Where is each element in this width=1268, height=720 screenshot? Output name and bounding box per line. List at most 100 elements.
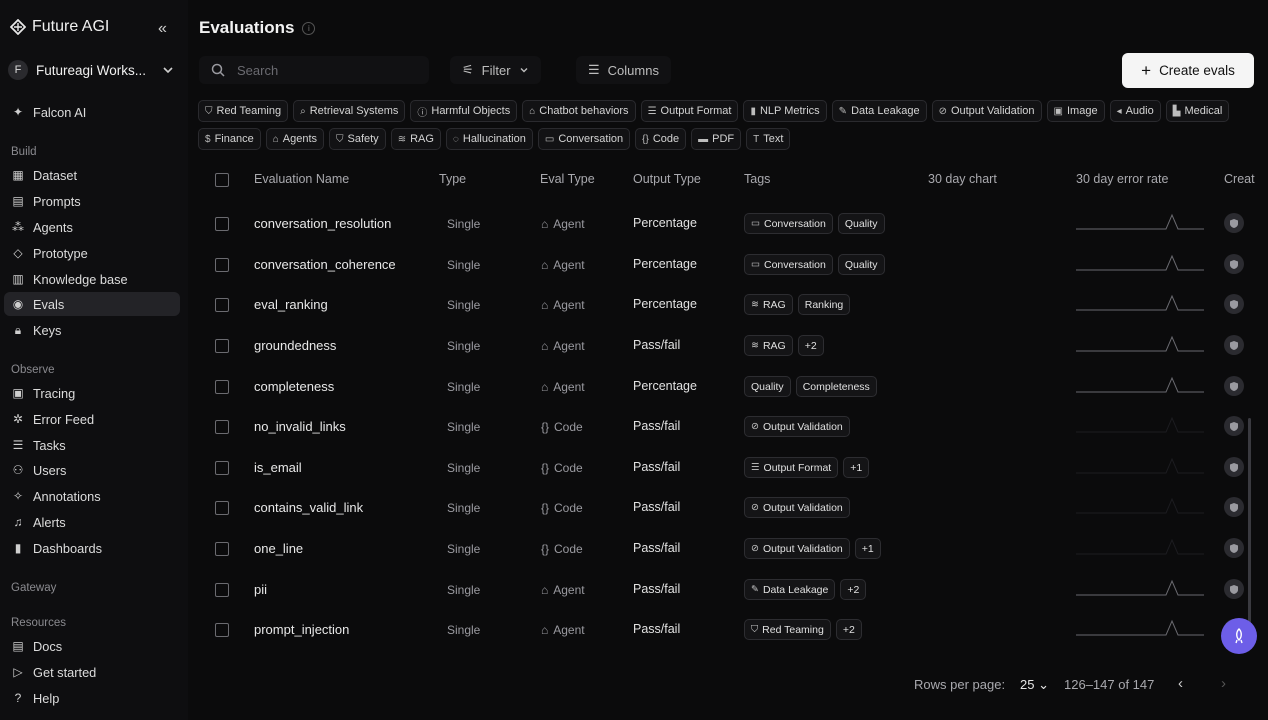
evaluation-name[interactable]: completeness <box>254 379 334 394</box>
chip-safety[interactable]: ⛉ Safety <box>329 128 386 150</box>
tag[interactable]: Ranking <box>797 294 851 315</box>
chip-conversation[interactable]: ▭ Conversation <box>537 128 631 150</box>
chip-text[interactable]: T Text <box>746 128 791 150</box>
tag[interactable]: ☰ Output Format <box>744 457 839 478</box>
sidebar-item-knowledge-base[interactable]: ▥ Knowledge base <box>4 267 180 291</box>
column-header-eval-type[interactable]: Eval Type <box>540 172 595 186</box>
tag[interactable]: ⛉ Red Teaming <box>744 619 831 640</box>
sidebar-item-tracing[interactable]: ▣ Tracing <box>4 381 180 405</box>
chip-chatbot-behaviors[interactable]: ⌂ Chatbot behaviors <box>522 100 636 122</box>
table-row[interactable]: eval_ranking Single ⌂ Agent Percentage ≋ RAG Ra… <box>198 284 1268 324</box>
tag[interactable]: +2 <box>797 335 824 356</box>
evaluation-name[interactable]: conversation_coherence <box>254 257 396 272</box>
tag[interactable]: Quality <box>837 213 885 234</box>
collapse-sidebar-icon[interactable]: « <box>158 20 167 38</box>
evaluation-name[interactable]: prompt_injection <box>254 622 349 637</box>
table-row[interactable]: pii Single ⌂ Agent Pass/fail ✎ Data Leakage +2 <box>198 569 1268 609</box>
row-checkbox[interactable] <box>215 298 229 312</box>
sidebar-item-docs[interactable]: ▤ Docs <box>4 634 180 658</box>
sidebar-item-users[interactable]: ⚇ Users <box>4 458 180 482</box>
select-all-checkbox[interactable] <box>215 173 229 187</box>
evaluation-name[interactable]: eval_ranking <box>254 297 328 312</box>
row-checkbox[interactable] <box>215 380 229 394</box>
evaluation-name[interactable]: is_email <box>254 460 302 475</box>
chip-output-validation[interactable]: ⊘ Output Validation <box>931 100 1042 122</box>
tag[interactable]: Quality <box>837 254 885 275</box>
chip-finance[interactable]: $ Finance <box>198 128 261 150</box>
workspace-switcher[interactable]: F Futureagi Works... <box>8 58 174 82</box>
chip-medical[interactable]: ▙ Medical <box>1165 100 1230 122</box>
search-input[interactable] <box>235 61 399 79</box>
chip-image[interactable]: ▣ Image <box>1046 100 1105 122</box>
column-header-output-type[interactable]: Output Type <box>633 172 701 186</box>
columns-button[interactable]: ☰ Columns <box>576 56 671 84</box>
table-row[interactable]: prompt_injection Single ⌂ Agent Pass/fail ⛉ Re… <box>198 609 1268 649</box>
tag[interactable]: +1 <box>854 538 881 559</box>
table-row[interactable]: one_line Single {} Code Pass/fail ⊘ Output Val… <box>198 528 1268 568</box>
column-header-evaluation-name[interactable]: Evaluation Name <box>254 172 349 186</box>
chip-harmful-objects[interactable]: ⓘ Harmful Objects <box>410 100 518 122</box>
evaluation-name[interactable]: no_invalid_links <box>254 419 346 434</box>
row-checkbox[interactable] <box>215 542 229 556</box>
sidebar-item-evals[interactable]: ◉ Evals <box>4 292 180 316</box>
evaluation-name[interactable]: one_line <box>254 541 303 556</box>
assistant-fab-button[interactable] <box>1221 618 1257 654</box>
tag[interactable]: Quality <box>744 376 791 397</box>
sidebar-item-get-started[interactable]: ▷ Get started <box>4 660 180 684</box>
search-box[interactable] <box>199 56 429 84</box>
chip-code[interactable]: {} Code <box>635 128 687 150</box>
tag[interactable]: +2 <box>835 619 862 640</box>
rows-per-page-select[interactable]: 25 ⌄ <box>1020 677 1049 693</box>
row-checkbox[interactable] <box>215 217 229 231</box>
tag[interactable]: +1 <box>843 457 870 478</box>
sidebar-item-alerts[interactable]: ♫ Alerts <box>4 510 180 534</box>
table-row[interactable]: groundedness Single ⌂ Agent Pass/fail ≋ RAG +2 <box>198 325 1268 365</box>
row-checkbox[interactable] <box>215 420 229 434</box>
row-checkbox[interactable] <box>215 339 229 353</box>
evaluation-name[interactable]: contains_valid_link <box>254 500 363 515</box>
table-row[interactable]: conversation_resolution Single ⌂ Agent Perce… <box>198 203 1268 243</box>
evaluation-name[interactable]: pii <box>254 582 267 597</box>
tag[interactable]: ▭ Conversation <box>744 213 833 234</box>
next-page-icon[interactable]: › <box>1221 675 1226 692</box>
tag[interactable]: ⊘ Output Validation <box>744 416 850 437</box>
chip-output-format[interactable]: ☰ Output Format <box>640 100 739 122</box>
table-row[interactable]: conversation_coherence Single ⌂ Agent Percen… <box>198 244 1268 284</box>
sidebar-item-tasks[interactable]: ☰ Tasks <box>4 433 180 457</box>
sidebar-item-dataset[interactable]: ▦ Dataset <box>4 163 180 187</box>
tag[interactable]: ⊘ Output Validation <box>744 497 850 518</box>
sidebar-item-error-feed[interactable]: ✲ Error Feed <box>4 407 180 431</box>
sidebar-item-help[interactable]: ? Help <box>4 686 180 710</box>
chip-red-teaming[interactable]: ⛉ Red Teaming <box>198 100 289 122</box>
chip-agents[interactable]: ⌂ Agents <box>265 128 324 150</box>
tag[interactable]: ≋ RAG <box>744 294 793 315</box>
tag[interactable]: ≋ RAG <box>744 335 793 356</box>
sidebar-item-keys[interactable]: 🔒︎ Keys <box>4 318 180 342</box>
sidebar-item-falcon-ai[interactable]: ✦ Falcon AI <box>4 100 180 124</box>
chip-rag[interactable]: ≋ RAG <box>390 128 441 150</box>
filter-button[interactable]: ⚟ Filter <box>450 56 541 84</box>
chip-pdf[interactable]: ▬ PDF <box>691 128 742 150</box>
sidebar-item-prompts[interactable]: ▤ Prompts <box>4 189 180 213</box>
row-checkbox[interactable] <box>215 501 229 515</box>
sidebar-item-agents[interactable]: ⁂ Agents <box>4 215 180 239</box>
row-checkbox[interactable] <box>215 461 229 475</box>
column-header-30-day-chart[interactable]: 30 day chart <box>928 172 997 186</box>
evaluation-name[interactable]: groundedness <box>254 338 336 353</box>
chip-data-leakage[interactable]: ✎ Data Leakage <box>831 100 927 122</box>
brand-logo[interactable]: Future AGI <box>10 18 109 36</box>
vertical-scrollbar[interactable] <box>1248 418 1251 628</box>
column-header-tags[interactable]: Tags <box>744 172 770 186</box>
table-row[interactable]: contains_valid_link Single {} Code Pass/fail… <box>198 487 1268 527</box>
column-header-created[interactable]: Creat <box>1224 172 1255 186</box>
table-row[interactable]: no_invalid_links Single {} Code Pass/fail ⊘ Ou… <box>198 406 1268 446</box>
row-checkbox[interactable] <box>215 583 229 597</box>
chip-audio[interactable]: ◂ Audio <box>1109 100 1161 122</box>
tag[interactable]: +2 <box>840 579 867 600</box>
evaluation-name[interactable]: conversation_resolution <box>254 216 391 231</box>
chip-hallucination[interactable]: ◌ Hallucination <box>445 128 533 150</box>
tag[interactable]: Completeness <box>795 376 877 397</box>
column-header-type[interactable]: Type <box>439 172 466 186</box>
create-evals-button[interactable]: + Create evals <box>1122 53 1254 88</box>
sidebar-item-annotations[interactable]: ✧ Annotations <box>4 484 180 508</box>
